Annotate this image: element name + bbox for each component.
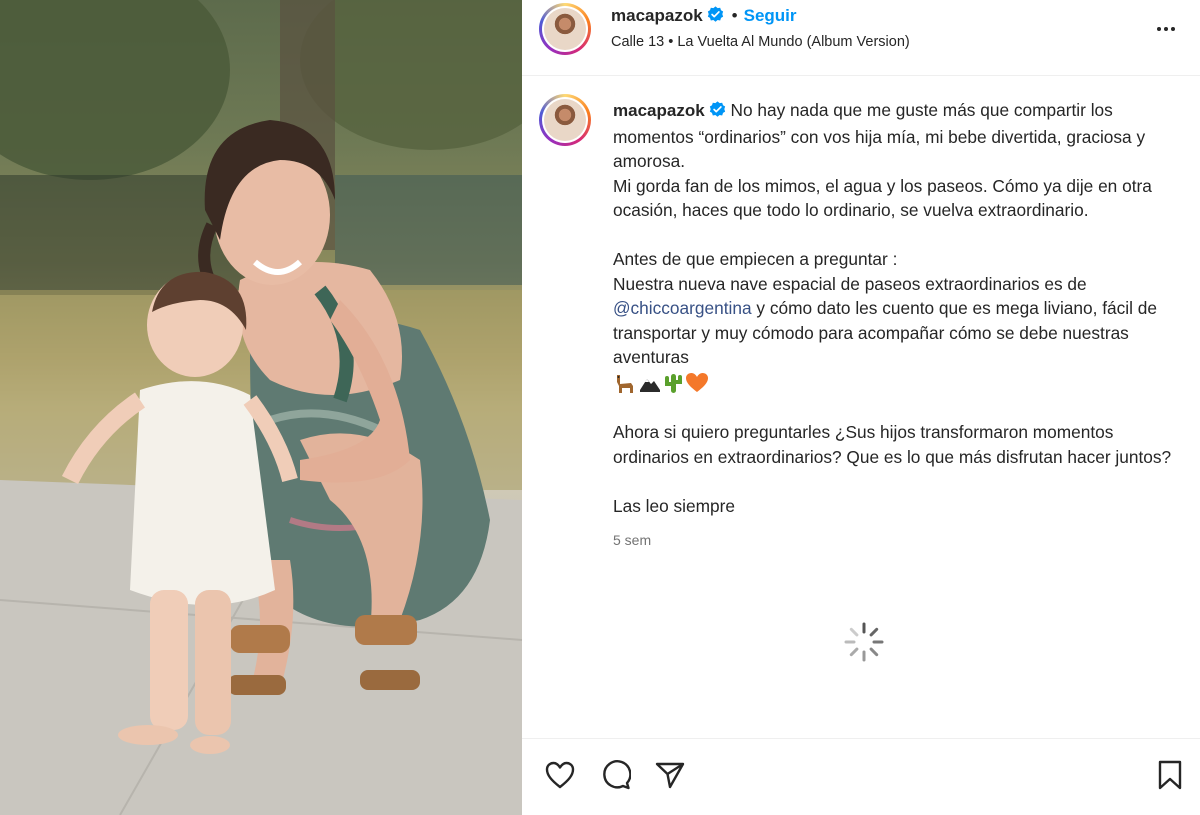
- author-avatar[interactable]: [539, 3, 591, 55]
- author-line: macapazok • Seguir: [611, 6, 797, 28]
- verified-badge-icon: [709, 100, 726, 125]
- mention-link[interactable]: @chiccoargentina: [613, 298, 752, 318]
- caption-line-5: Ahora si quiero preguntarles ¿Sus hijos …: [613, 422, 1172, 467]
- separator-dot: •: [731, 6, 738, 25]
- save-icon[interactable]: [1152, 757, 1188, 793]
- mountain-emoji-icon: [640, 378, 660, 392]
- emoji-row: [613, 370, 1183, 396]
- llama-emoji-icon: [617, 374, 633, 393]
- caption-line-3: Antes de que empiecen a preguntar :: [613, 249, 898, 269]
- caption-line-6: Las leo siempre: [613, 495, 735, 516]
- post-panel: macapazok • Seguir Calle 13 • La Vuelta Al…: [522, 0, 1200, 815]
- audio-track-link[interactable]: Calle 13 • La Vuelta Al Mundo (Album Ver…: [611, 34, 910, 50]
- like-icon[interactable]: [542, 757, 578, 793]
- caption-username[interactable]: macapazok: [613, 101, 705, 120]
- follow-button[interactable]: Seguir: [744, 6, 797, 25]
- action-bar: [522, 738, 1200, 815]
- caption-line-2: Mi gorda fan de los mimos, el agua y los…: [613, 175, 1157, 221]
- author-username[interactable]: macapazok: [611, 6, 703, 25]
- photo-illustration: [0, 0, 522, 815]
- post-header: macapazok • Seguir Calle 13 • La Vuelta Al…: [522, 0, 1200, 76]
- post-timestamp[interactable]: 5 sem: [613, 528, 1183, 553]
- more-options-icon[interactable]: [1152, 15, 1180, 43]
- share-icon[interactable]: [652, 757, 688, 793]
- caption-avatar[interactable]: [539, 94, 591, 146]
- caption-text: macapazok No hay nada que me guste más q…: [613, 98, 1183, 553]
- caption-line-4-pre: Nuestra nueva nave espacial de paseos ex…: [613, 273, 1092, 294]
- loading-spinner-icon: [842, 620, 886, 664]
- verified-badge-icon: [707, 6, 724, 28]
- caption-section: macapazok No hay nada que me guste más q…: [522, 76, 1200, 736]
- post-photo[interactable]: [0, 0, 522, 815]
- comment-icon[interactable]: [598, 757, 634, 793]
- orange-heart-emoji-icon: [686, 372, 708, 392]
- cactus-emoji-icon: [665, 373, 682, 393]
